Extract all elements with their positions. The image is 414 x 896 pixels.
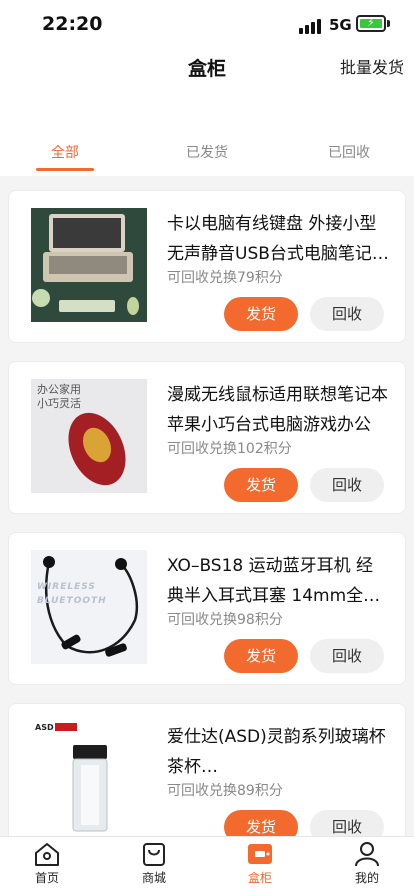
list-item[interactable]: 卡以电脑有线键盘 外接小型无声静音USB台式电脑笔记本家用办公打字专用 可回收兑… — [8, 190, 406, 343]
batch-ship-button[interactable]: 批量发货 — [340, 54, 404, 78]
image-caption: WIRELESS BLUETOOTH — [37, 582, 107, 606]
item-title: 爱仕达(ASD)灵韵系列玻璃杯茶杯… — [167, 727, 386, 777]
tab-all[interactable]: 全部 — [25, 142, 105, 162]
item-points: 可回收兑换79积分 — [167, 270, 283, 286]
item-points: 可回收兑换89积分 — [167, 783, 283, 799]
nav-label: 我的 — [354, 871, 379, 885]
nav-home[interactable]: 首页 — [17, 841, 77, 886]
tab-recycled[interactable]: 已回收 — [309, 142, 389, 162]
battery-tip — [387, 20, 390, 27]
cabinet-icon — [248, 844, 272, 864]
ship-button[interactable]: 发货 — [224, 297, 298, 331]
recycle-button[interactable]: 回收 — [310, 639, 384, 673]
ship-button[interactable]: 发货 — [224, 468, 298, 502]
tab-active-indicator — [36, 168, 94, 171]
recycle-button[interactable]: 回收 — [310, 468, 384, 502]
product-image — [31, 208, 147, 322]
user-icon — [355, 842, 379, 867]
nav-label: 盒柜 — [247, 871, 272, 885]
signal-icon — [299, 18, 323, 34]
battery-icon: ⚡ — [356, 15, 386, 32]
item-title: 卡以电脑有线键盘 外接小型无声静音USB台式电脑笔记本家用办公打字专用 — [167, 214, 389, 264]
ship-button[interactable]: 发货 — [224, 639, 298, 673]
item-title: 漫威无线鼠标适用联想笔记本苹果小巧台式电脑游戏办公 — [167, 385, 388, 435]
nav-mall[interactable]: 商城 — [124, 841, 184, 886]
recycle-button[interactable]: 回收 — [310, 297, 384, 331]
image-caption: 办公家用 小巧灵活 — [37, 383, 81, 410]
list-item[interactable]: WIRELESS BLUETOOTH XO–BS18 运动蓝牙耳机 经典半入耳式… — [8, 532, 406, 685]
header: 盒柜 批量发货 — [0, 48, 414, 128]
brand-logo: ASD — [35, 723, 54, 732]
list-item[interactable]: ASD 爱仕达(ASD)灵韵系列玻璃杯茶杯… 可回收兑换89积分 发货 回收 — [8, 703, 406, 856]
nav-mine[interactable]: 我的 — [337, 841, 397, 886]
tab-shipped[interactable]: 已发货 — [167, 142, 247, 162]
shopping-bag-icon — [143, 843, 165, 866]
network-label: 5G — [329, 16, 352, 34]
bottom-nav: 首页 商城 盒柜 我的 — [0, 836, 414, 896]
product-image: WIRELESS BLUETOOTH — [31, 550, 147, 664]
nav-label: 首页 — [34, 871, 59, 885]
item-points: 可回收兑换98积分 — [167, 612, 283, 628]
product-image: ASD — [31, 721, 147, 835]
home-icon — [35, 843, 59, 866]
nav-label: 商城 — [141, 871, 166, 885]
status-bar: 22:20 5G ⚡ — [0, 0, 414, 48]
nav-cabinet[interactable]: 盒柜 — [230, 841, 290, 886]
status-time: 22:20 — [42, 13, 103, 35]
tab-bar: 全部 已发货 已回收 — [0, 128, 414, 176]
item-title: XO–BS18 运动蓝牙耳机 经典半入耳式耳塞 14mm全频动圈 — [167, 556, 381, 606]
product-image: 办公家用 小巧灵活 — [31, 379, 147, 493]
list-item[interactable]: 办公家用 小巧灵活 漫威无线鼠标适用联想笔记本苹果小巧台式电脑游戏办公 可回收兑… — [8, 361, 406, 514]
item-points: 可回收兑换102积分 — [167, 441, 292, 457]
